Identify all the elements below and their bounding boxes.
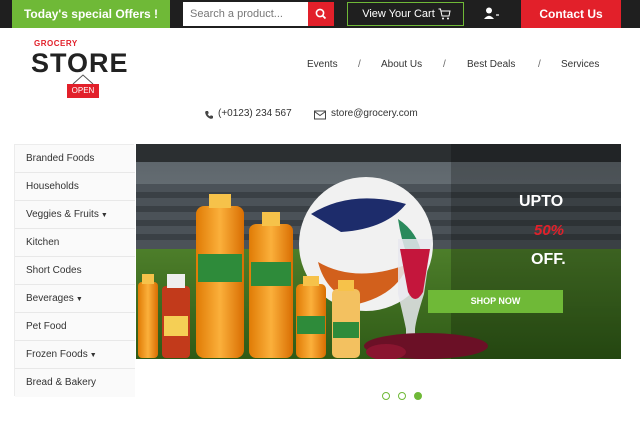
phone-number[interactable]: (+0123) 234 567 (218, 108, 292, 119)
sidebar-item-frozen-foods[interactable]: Frozen Foods ▼ (15, 341, 135, 369)
search-icon (315, 8, 327, 20)
sidebar-item-label: Short Codes (26, 265, 82, 276)
sidebar-item-bread-bakery[interactable]: Bread & Bakery (15, 369, 135, 397)
sidebar-item-label: Branded Foods (26, 153, 95, 164)
sidebar-item-veggies-fruits[interactable]: Veggies & Fruits ▼ (15, 201, 135, 229)
nav-separator: / (538, 59, 541, 70)
sidebar-item-label: Kitchen (26, 237, 60, 248)
user-icon (484, 7, 499, 19)
nav-about-us[interactable]: About Us (381, 59, 422, 70)
search-input[interactable] (183, 2, 308, 26)
user-account-menu[interactable] (476, 0, 512, 28)
logo-subtitle: GROCERY (34, 39, 78, 48)
sidebar-item-label: Pet Food (26, 321, 67, 332)
slider-dot-2[interactable] (398, 392, 406, 400)
caret-down-icon: ▼ (100, 212, 108, 219)
sidebar-item-beverages[interactable]: Beverages ▼ (15, 285, 135, 313)
cart-icon (438, 8, 451, 20)
special-offers-button[interactable]: Today's special Offers ! (12, 0, 170, 28)
nav-best-deals[interactable]: Best Deals (467, 59, 515, 70)
sidebar-item-label: Households (26, 181, 79, 192)
phone-icon (205, 111, 213, 119)
banner-headline-upto: UPTO (519, 193, 564, 210)
top-bar: Today's special Offers ! View Your Cart … (0, 0, 640, 28)
email-address[interactable]: store@grocery.com (331, 108, 418, 119)
nav-separator: / (358, 59, 361, 70)
caret-down-icon: ▼ (75, 296, 83, 303)
sidebar-item-label: Frozen Foods (26, 349, 88, 360)
shop-now-button[interactable]: SHOP NOW (428, 290, 563, 313)
banner-headline-off: OFF. (531, 251, 566, 268)
sidebar-item-kitchen[interactable]: Kitchen (15, 229, 135, 257)
sidebar-item-branded-foods[interactable]: Branded Foods (15, 145, 135, 173)
category-sidebar: Branded Foods Households Veggies & Fruit… (14, 144, 135, 397)
sidebar-item-households[interactable]: Households (15, 173, 135, 201)
nav-services[interactable]: Services (561, 59, 599, 70)
cart-label: View Your Cart (362, 8, 435, 20)
sidebar-item-label: Beverages (26, 293, 74, 304)
nav-events[interactable]: Events (307, 59, 338, 70)
sidebar-item-short-codes[interactable]: Short Codes (15, 257, 135, 285)
contact-us-button[interactable]: Contact Us (521, 0, 621, 28)
sidebar-item-pet-food[interactable]: Pet Food (15, 313, 135, 341)
search-button[interactable] (308, 2, 334, 26)
mail-icon (314, 110, 326, 120)
nav-separator: / (443, 59, 446, 70)
open-sign: OPEN (67, 84, 99, 98)
sidebar-item-label: Bread & Bakery (26, 377, 97, 388)
slider-dot-1[interactable] (382, 392, 390, 400)
view-cart-button[interactable]: View Your Cart (347, 2, 464, 26)
banner-discount-percent: 50% (534, 222, 565, 239)
slider-dot-3[interactable] (414, 392, 422, 400)
caret-down-icon: ▼ (89, 352, 97, 359)
sidebar-item-label: Veggies & Fruits (26, 209, 99, 220)
